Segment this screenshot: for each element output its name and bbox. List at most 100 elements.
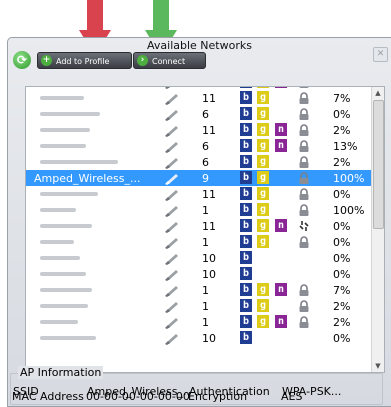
signal-percent: 0% bbox=[333, 252, 351, 265]
obscured-ssid bbox=[40, 240, 74, 244]
network-list[interactable]: 6bgn 100% 11bg 7% 6bg 0% 11bgn bbox=[25, 86, 385, 373]
band-b-icon: b bbox=[240, 219, 252, 232]
signal-percent: 7% bbox=[333, 92, 351, 105]
signal-strength-icon bbox=[165, 222, 178, 233]
channel: 6 bbox=[202, 87, 209, 89]
channel: 1 bbox=[202, 204, 209, 217]
padlock-icon bbox=[299, 140, 309, 152]
band-b-icon: b bbox=[240, 251, 252, 264]
refresh-icon[interactable]: ⟳ bbox=[13, 51, 31, 69]
band-b-icon: b bbox=[240, 187, 252, 200]
signal-percent: 100% bbox=[333, 172, 365, 185]
padlock-icon bbox=[299, 284, 309, 296]
band-b-icon: b bbox=[240, 123, 252, 136]
band-g-icon: g bbox=[257, 139, 269, 152]
signal-percent: 100% bbox=[333, 87, 364, 89]
scroll-down-icon[interactable]: ▼ bbox=[372, 360, 384, 372]
close-icon[interactable]: ✕ bbox=[373, 47, 388, 62]
padlock-icon bbox=[299, 87, 309, 88]
signal-percent: 0% bbox=[333, 188, 351, 201]
network-row[interactable]: 1 bg 100% bbox=[26, 202, 372, 218]
channel: 10 bbox=[202, 268, 216, 281]
network-row[interactable]: 6 bgn 13% bbox=[26, 138, 372, 154]
vertical-scrollbar[interactable]: ▲ ▼ bbox=[371, 87, 384, 372]
signal-percent: 2% bbox=[333, 316, 351, 329]
signal-strength-icon bbox=[165, 318, 178, 329]
signal-strength-icon bbox=[165, 190, 178, 201]
band-b-icon: b bbox=[240, 331, 252, 344]
channel: 1 bbox=[202, 316, 209, 329]
band-g-icon: g bbox=[257, 91, 269, 104]
network-row[interactable]: 11 b g n 0% bbox=[26, 218, 372, 234]
padlock-icon bbox=[299, 124, 309, 136]
signal-strength-icon bbox=[165, 206, 178, 217]
network-row[interactable]: 1 bgn 2% bbox=[26, 314, 372, 330]
connect-button[interactable]: › Connect bbox=[133, 52, 206, 69]
network-row[interactable]: 10 b 0% bbox=[26, 250, 372, 266]
signal-percent: 13% bbox=[333, 140, 358, 153]
signal-strength-icon bbox=[165, 142, 178, 153]
padlock-icon bbox=[299, 204, 309, 216]
obscured-ssid bbox=[40, 304, 88, 308]
obscured-ssid bbox=[40, 224, 92, 228]
band-g-icon: g bbox=[257, 283, 269, 296]
signal-strength-icon bbox=[165, 126, 178, 137]
network-row[interactable]: 1 bgn 7% bbox=[26, 282, 372, 298]
band-g-icon: g bbox=[257, 219, 269, 232]
band-g-icon: g bbox=[257, 315, 269, 328]
obscured-ssid bbox=[40, 144, 86, 148]
signal-percent: 0% bbox=[333, 332, 351, 345]
band-n-icon: n bbox=[275, 315, 287, 328]
channel: 1 bbox=[202, 300, 209, 313]
network-row[interactable]: 11 b g n 2% bbox=[26, 122, 372, 138]
network-row[interactable]: Amped_Wireless_... 9 bg 100% bbox=[26, 170, 372, 186]
band-b-icon: b bbox=[240, 107, 252, 120]
band-g-icon: g bbox=[257, 299, 269, 312]
ap-information-legend: AP Information bbox=[18, 366, 104, 379]
network-row[interactable]: 10 b 0% bbox=[26, 266, 372, 282]
channel: 11 bbox=[202, 188, 216, 201]
band-g-icon: g bbox=[257, 123, 269, 136]
network-row[interactable]: 1 bg 2% bbox=[26, 298, 372, 314]
signal-strength-icon bbox=[165, 334, 178, 345]
band-n-icon: n bbox=[275, 123, 287, 136]
signal-strength-icon bbox=[165, 270, 178, 281]
signal-strength-icon bbox=[165, 94, 178, 105]
channel: 10 bbox=[202, 332, 216, 345]
band-g-icon: g bbox=[257, 187, 269, 200]
network-row[interactable]: 6 bg 2% bbox=[26, 154, 372, 170]
scroll-up-icon[interactable]: ▲ bbox=[372, 87, 384, 99]
signal-strength-icon bbox=[165, 87, 171, 89]
padlock-icon bbox=[299, 172, 309, 184]
signal-strength-icon bbox=[165, 286, 178, 297]
network-row[interactable]: 6 bg 0% bbox=[26, 106, 372, 122]
network-row[interactable]: 11 b g 7% bbox=[26, 90, 372, 106]
add-to-profile-button[interactable]: + Add to Profile bbox=[37, 52, 132, 69]
network-row[interactable]: 10 b 0% bbox=[26, 330, 372, 346]
padlock-icon bbox=[299, 92, 309, 104]
obscured-ssid bbox=[40, 320, 78, 324]
signal-strength-icon bbox=[165, 110, 178, 121]
band-b-icon: b bbox=[240, 267, 252, 280]
obscured-ssid bbox=[40, 208, 76, 212]
scroll-thumb[interactable] bbox=[373, 100, 384, 229]
band-b-icon: b bbox=[240, 87, 252, 88]
signal-percent: 2% bbox=[333, 124, 351, 137]
broken-link-icon bbox=[299, 221, 309, 231]
channel: 11 bbox=[202, 92, 216, 105]
signal-strength-icon bbox=[165, 174, 178, 185]
band-b-icon: b bbox=[240, 299, 252, 312]
channel: 6 bbox=[202, 156, 209, 169]
channel: 10 bbox=[202, 252, 216, 265]
encryption-value: AES bbox=[281, 390, 303, 403]
band-b-icon: b bbox=[240, 171, 252, 184]
signal-percent: 0% bbox=[333, 220, 351, 233]
obscured-ssid bbox=[40, 112, 100, 116]
signal-strength-icon bbox=[165, 158, 178, 169]
network-row[interactable]: 1 bg 0% bbox=[26, 234, 372, 250]
obscured-ssid bbox=[40, 256, 80, 260]
signal-percent: 2% bbox=[333, 156, 351, 169]
network-row[interactable]: 11 b g 0% bbox=[26, 186, 372, 202]
obscured-ssid bbox=[40, 288, 92, 292]
add-to-profile-label: Add to Profile bbox=[56, 57, 110, 66]
